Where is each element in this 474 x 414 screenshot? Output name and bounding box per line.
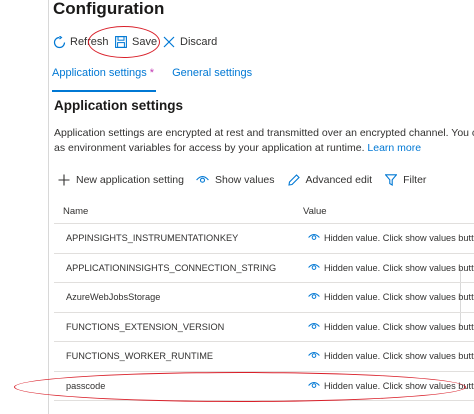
advanced-edit-button[interactable]: Advanced edit [287,173,373,187]
save-button[interactable]: Save [114,32,162,52]
eye-icon [308,292,320,302]
setting-name[interactable]: AzureWebJobsStorage [54,292,308,302]
save-icon [114,35,128,49]
setting-value: Hidden value. Click show values butto [308,233,474,243]
command-bar: Refresh Save Discard [52,32,222,52]
app-settings-grid: Name Value APPINSIGHTS_INSTRUMENTATIONKE… [54,200,474,401]
table-row[interactable]: APPLICATIONINSIGHTS_CONNECTION_STRING Hi… [54,254,474,283]
tab-application-settings[interactable]: Application settings * [52,62,157,92]
filter-icon [384,173,398,187]
table-row[interactable]: passcode Hidden value. Click show values… [54,372,474,401]
eye-icon [308,263,320,273]
refresh-icon [52,35,66,49]
setting-value-text: Hidden value. Click show values butto [324,262,474,273]
show-values-button[interactable]: Show values [196,173,275,187]
setting-name[interactable]: APPINSIGHTS_INSTRUMENTATIONKEY [54,233,308,243]
table-row[interactable]: FUNCTIONS_EXTENSION_VERSION Hidden value… [54,313,474,342]
eye-icon [308,233,320,243]
description-line-1: Application settings are encrypted at re… [54,127,474,139]
edit-icon [287,173,301,187]
setting-name[interactable]: passcode [54,381,308,391]
settings-actions: New application setting Show values Adva… [57,171,438,189]
filter-label: Filter [403,174,427,186]
advanced-edit-label: Advanced edit [305,174,373,186]
section-description: Application settings are encrypted at re… [54,126,474,155]
tab-application-settings-label: Application settings [52,67,147,79]
setting-value-text: Hidden value. Click show values butto [324,292,474,303]
description-line-2: as environment variables for access by y… [54,141,474,156]
setting-name[interactable]: APPLICATIONINSIGHTS_CONNECTION_STRING [54,263,308,273]
grid-header: Name Value [54,200,474,224]
setting-value: Hidden value. Click show values butto [308,292,474,302]
setting-value: Hidden value. Click show values butto [308,322,474,332]
eye-icon [308,322,320,332]
eye-icon [308,351,320,361]
tab-general-settings-label: General settings [172,67,253,79]
setting-value-text: Hidden value. Click show values butto [324,321,474,332]
new-application-setting-button[interactable]: New application setting [57,173,184,187]
setting-value: Hidden value. Click show values butto [308,381,474,391]
table-row[interactable]: APPINSIGHTS_INSTRUMENTATIONKEY Hidden va… [54,224,474,254]
page-title: Configuration [53,0,165,18]
setting-value-text: Hidden value. Click show values butto [324,351,474,362]
setting-name[interactable]: FUNCTIONS_WORKER_RUNTIME [54,351,308,361]
learn-more-link[interactable]: Learn more [367,142,421,154]
new-setting-label: New application setting [76,174,184,186]
setting-value-text: Hidden value. Click show values butto [324,380,474,391]
setting-value: Hidden value. Click show values butto [308,351,474,361]
discard-button[interactable]: Discard [162,32,222,52]
save-label: Save [132,36,158,48]
refresh-label: Refresh [70,36,109,48]
table-row[interactable]: AzureWebJobsStorage Hidden value. Click … [54,283,474,313]
plus-icon [57,173,71,187]
eye-icon [196,173,210,187]
setting-value: Hidden value. Click show values butto [308,263,474,273]
settings-tabs: Application settings * General settings [52,62,252,92]
description-line-2-text: as environment variables for access by y… [54,141,365,154]
setting-name[interactable]: FUNCTIONS_EXTENSION_VERSION [54,322,308,332]
table-row[interactable]: FUNCTIONS_WORKER_RUNTIME Hidden value. C… [54,342,474,372]
eye-icon [308,381,320,391]
refresh-button[interactable]: Refresh [52,32,114,52]
unsaved-marker: * [149,67,155,79]
column-header-name[interactable]: Name [54,206,303,217]
discard-label: Discard [180,36,218,48]
column-header-value[interactable]: Value [303,206,327,217]
tab-general-settings[interactable]: General settings [172,62,252,92]
discard-icon [162,35,176,49]
setting-value-text: Hidden value. Click show values butto [324,233,474,244]
section-title: Application settings [54,98,184,113]
show-values-label: Show values [214,174,275,186]
blade-left-border [48,0,49,414]
filter-button[interactable]: Filter [384,173,426,187]
